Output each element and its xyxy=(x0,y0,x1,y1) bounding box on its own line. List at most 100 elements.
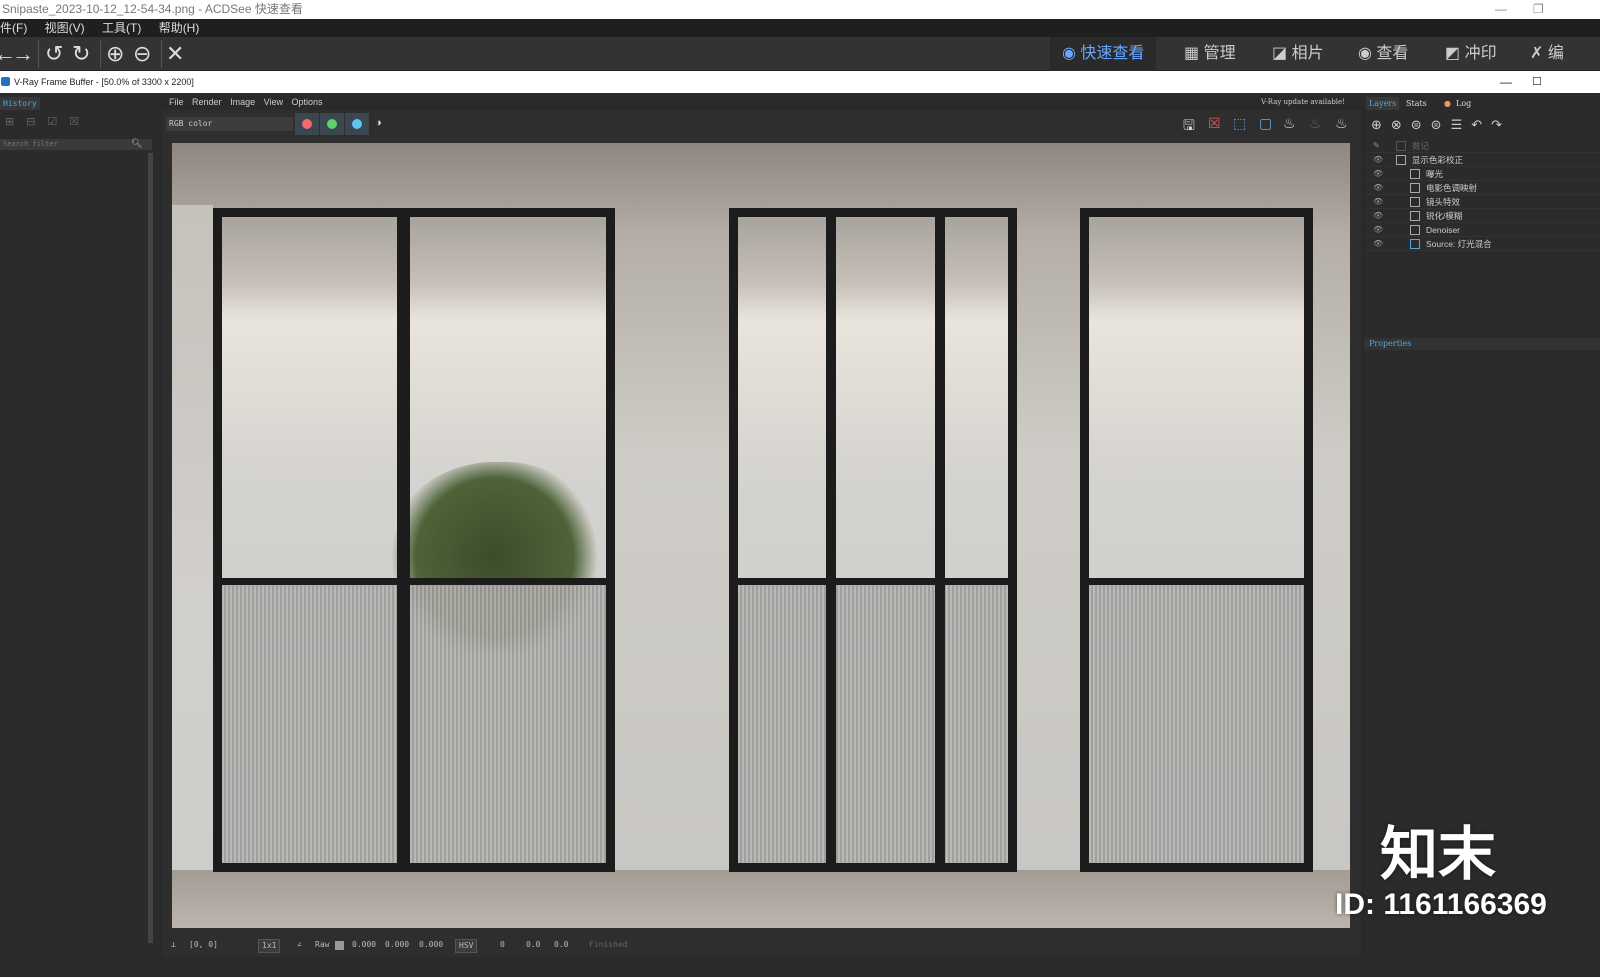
mode-photos[interactable]: ◪ 相片 xyxy=(1260,37,1336,71)
menu-render[interactable]: Render xyxy=(192,97,222,107)
toolbar: ← → ↺ ↻ ⊕ ⊖ ✕ ◉ 快速查看 ▦ 管理 ◪ 相片 ◉ 查看 ◩ 冲印… xyxy=(0,37,1600,71)
coords-readout: [0, 0] xyxy=(189,940,218,949)
window-title-bar: Snipaste_2023-10-12_12-54-34.png - ACDSe… xyxy=(0,0,1600,19)
vfb-menu: File Render Image View Options V-Ray upd… xyxy=(163,95,1361,110)
eye-icon[interactable]: 👁︎ xyxy=(1373,153,1383,167)
vfb-minimize-button[interactable]: — xyxy=(1500,71,1512,93)
update-notice[interactable]: V-Ray update available! xyxy=(1261,95,1345,110)
h-value: 0 xyxy=(500,940,505,949)
mode-label: 管理 xyxy=(1203,45,1236,62)
tab-log[interactable]: Log xyxy=(1453,97,1474,110)
green-channel-button[interactable] xyxy=(327,119,337,129)
render-status: Finished xyxy=(589,940,628,949)
mode-manage[interactable]: ▦ 管理 xyxy=(1172,37,1248,71)
layer-tools[interactable]: ⊕⊗⊜⊜☰↶↷ xyxy=(1371,117,1511,133)
mode-view[interactable]: ◉ 查看 xyxy=(1346,37,1420,71)
alpha-icon[interactable]: ◑ xyxy=(375,117,382,129)
door-middle xyxy=(729,208,1017,872)
layer-name: 锐化/模糊 xyxy=(1426,211,1463,221)
tab-history[interactable]: History xyxy=(0,97,40,110)
layer-name: 电影色调映射 xyxy=(1426,183,1478,193)
mode-label: 冲印 xyxy=(1464,45,1497,62)
clear-icon[interactable]: ☒ xyxy=(1208,115,1221,132)
menu-help[interactable]: 帮助(H) xyxy=(159,21,200,35)
tools-icon: ✗ xyxy=(1530,45,1544,62)
eye-icon[interactable]: 👁︎ xyxy=(1373,195,1383,209)
color-mode-select[interactable]: HSV xyxy=(455,939,478,953)
close-icon[interactable]: ✕ xyxy=(166,41,184,67)
pixel-lock-icon[interactable]: ⊥ xyxy=(171,933,176,957)
r-value: 0.000 xyxy=(352,940,377,949)
layer-item[interactable]: 👁︎ Source: 灯光混合 xyxy=(1365,237,1600,251)
menu-file[interactable]: 件(F) xyxy=(0,21,27,35)
mode-label: 相片 xyxy=(1291,45,1324,62)
raw-label: Raw xyxy=(315,940,330,949)
v-value: 0.0 xyxy=(554,940,569,949)
menu-tools[interactable]: 工具(T) xyxy=(102,21,141,35)
save-icon[interactable]: 🖫 xyxy=(1183,115,1195,139)
eye-icon[interactable]: 👁︎ xyxy=(1373,223,1383,237)
sample-select[interactable]: 1x1 xyxy=(258,939,281,953)
frame-icon[interactable]: ▢ xyxy=(1259,115,1272,132)
history-panel: History ⊞⊟☑☒ Search filter 🔍︎ xyxy=(0,93,160,957)
search-input[interactable]: Search filter xyxy=(0,139,152,150)
door-left xyxy=(213,208,615,872)
menu-image[interactable]: Image xyxy=(230,97,255,107)
layer-item[interactable]: 👁︎ 显示色彩校正 xyxy=(1365,153,1600,167)
layer-name: 数记 xyxy=(1412,141,1430,151)
minimize-button[interactable]: — xyxy=(1495,0,1507,19)
restore-button[interactable]: ❐ xyxy=(1533,0,1544,19)
channel-select[interactable]: RGB color xyxy=(166,117,293,131)
layer-item[interactable]: 👁︎ 电影色调映射 xyxy=(1365,181,1600,195)
vfb-maximize-button[interactable]: ☐ xyxy=(1532,71,1542,93)
forward-icon[interactable]: → xyxy=(12,41,34,67)
mode-quick-view[interactable]: ◉ 快速查看 xyxy=(1050,37,1157,71)
red-channel-button[interactable] xyxy=(302,119,312,129)
watermark: 知末 ID: 1161166369 xyxy=(1335,822,1547,922)
layer-item[interactable]: 👁︎ 锐化/模糊 xyxy=(1365,209,1600,223)
b-value: 0.000 xyxy=(419,940,444,949)
menu-view[interactable]: 视图(V) xyxy=(45,21,85,35)
layer-item: ✎ 数记 xyxy=(1365,139,1600,153)
layer-item[interactable]: 👁︎ Denoiser xyxy=(1365,223,1600,237)
properties-header: Properties xyxy=(1365,338,1600,350)
rotate-left-icon[interactable]: ↺ xyxy=(45,41,63,67)
zoom-out-icon[interactable]: ⊖ xyxy=(133,41,151,67)
layer-item[interactable]: 👁︎ 曝光 xyxy=(1365,167,1600,181)
eye-icon[interactable]: 👁︎ xyxy=(1373,181,1383,195)
status-bar: ⊥ [0, 0] 1x1 ∠ Raw 0.000 0.000 0.000 HSV… xyxy=(163,933,1361,957)
menu-file[interactable]: File xyxy=(169,97,184,107)
mode-develop[interactable]: ◩ 冲印 xyxy=(1433,37,1509,71)
render-icon[interactable]: ♨ xyxy=(1283,115,1296,132)
zoom-in-icon[interactable]: ⊕ xyxy=(106,41,124,67)
search-icon[interactable]: 🔍︎ xyxy=(131,138,142,149)
layer-item[interactable]: 👁︎ 镜头特效 xyxy=(1365,195,1600,209)
menu-view[interactable]: View xyxy=(264,97,283,107)
frame-buffer-view: File Render Image View Options V-Ray upd… xyxy=(163,95,1361,957)
eye-icon[interactable]: 👁︎ xyxy=(1373,209,1383,223)
scrollbar[interactable] xyxy=(148,153,153,943)
mode-edit[interactable]: ✗ 编 xyxy=(1518,37,1576,71)
color-swatch xyxy=(335,941,344,950)
floor xyxy=(172,870,1350,928)
eye-icon[interactable]: 👁︎ xyxy=(1373,237,1383,251)
s-value: 0.0 xyxy=(526,940,541,949)
history-tools[interactable]: ⊞⊟☑☒ xyxy=(5,115,91,128)
grid-icon: ▦ xyxy=(1184,45,1200,62)
render-image xyxy=(172,143,1350,928)
window-title: Snipaste_2023-10-12_12-54-34.png - ACDSe… xyxy=(2,2,303,16)
teapot-icon[interactable]: ♨ xyxy=(1335,115,1348,132)
curve-icon[interactable]: ∠ xyxy=(297,933,302,957)
vfb-title: V-Ray Frame Buffer - [50.0% of 3300 x 22… xyxy=(14,77,194,87)
tab-layers[interactable]: Layers xyxy=(1366,97,1400,110)
eye-icon[interactable]: 👁︎ xyxy=(1373,167,1383,181)
rotate-right-icon[interactable]: ↻ xyxy=(72,41,90,67)
region-icon[interactable]: ⬚ xyxy=(1233,115,1246,132)
blue-channel-button[interactable] xyxy=(352,119,362,129)
tab-stats[interactable]: Stats xyxy=(1403,97,1430,110)
layer-name: Denoiser xyxy=(1426,225,1461,235)
g-value: 0.000 xyxy=(385,940,410,949)
stop-icon[interactable]: ♨ xyxy=(1309,115,1322,132)
photos-icon: ◪ xyxy=(1272,45,1288,62)
menu-options[interactable]: Options xyxy=(291,97,322,107)
